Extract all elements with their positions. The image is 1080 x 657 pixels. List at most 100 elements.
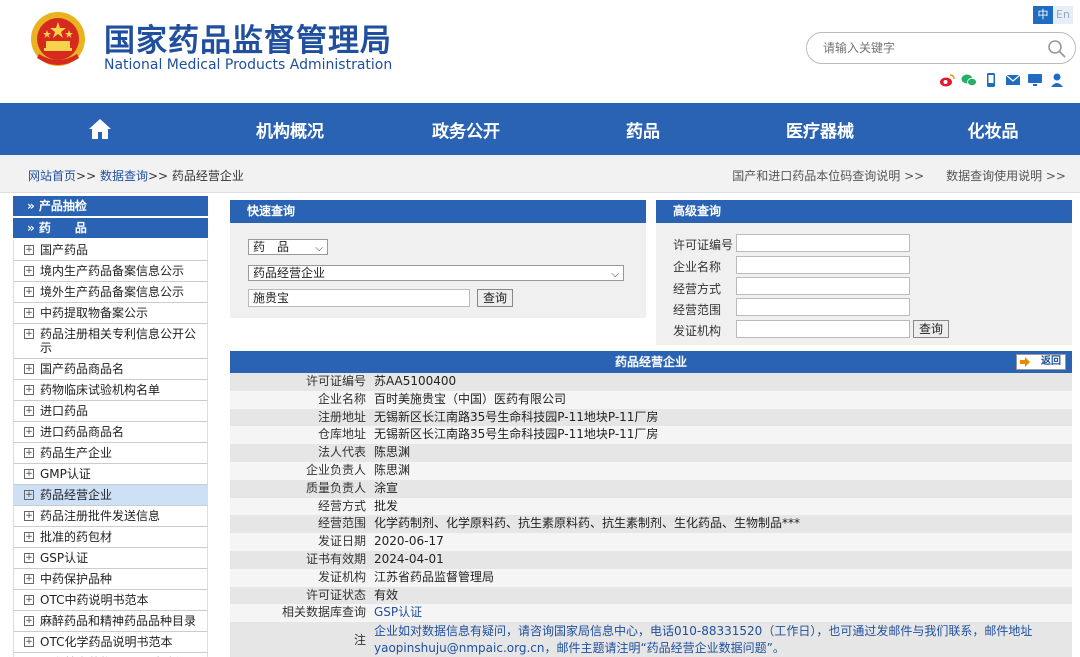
nav-item-gov[interactable]: 政务公开 <box>380 103 552 155</box>
sidebar: » 产品抽检 » 药 品 + 国产药品 + 境内生产药品备案信息公示 + 境外生产药品备案… <box>13 196 208 657</box>
table-row: 仓库地址 无锡新区长江南路35号生命科技园P-11地块P-11厂房 <box>230 426 1072 445</box>
quick-query-panel: 快速查询 药 品 ⌵ 药品经营企业 ⌵ 施贵宝 查询 <box>230 200 646 318</box>
sidebar-item[interactable]: + 中药保护品种 <box>13 569 208 590</box>
mobile-icon[interactable] <box>983 72 999 88</box>
sidebar-item-label: 批准的药包材 <box>40 530 113 544</box>
row-value: 陈思渊 <box>374 445 411 460</box>
lang-zh-button[interactable]: 中 <box>1033 6 1053 24</box>
expand-icon: + <box>24 553 34 563</box>
nav-item-drugs[interactable]: 药品 <box>552 103 734 155</box>
sidebar-item[interactable]: + 药品生产企业 <box>13 443 208 464</box>
sidebar-item-label: 进口药品商品名 <box>40 425 125 439</box>
sidebar-item[interactable]: + 进口药品商品名 <box>13 422 208 443</box>
adv-issuer-input[interactable] <box>736 320 910 338</box>
sidebar-item-label: 境内生产药品备案信息公示 <box>40 264 185 278</box>
nav-item-org[interactable]: 机构概况 <box>200 103 380 155</box>
sidebar-item[interactable]: + GMP认证 <box>13 464 208 485</box>
expand-icon: + <box>24 511 34 521</box>
table-row: 企业负责人 陈思渊 <box>230 461 1072 480</box>
expand-icon: + <box>24 448 34 458</box>
expand-icon: + <box>24 616 34 626</box>
expand-icon: + <box>24 245 34 255</box>
note-line-2: yaopinshuju@nmpaic.org.cn，邮件主题请注明“药品经营企业… <box>374 641 785 656</box>
breadcrumb-query[interactable]: 数据查询 <box>100 169 148 183</box>
expand-icon: + <box>24 287 34 297</box>
sidebar-item[interactable]: + GSP认证 <box>13 548 208 569</box>
drug-code-help-link[interactable]: 国产和进口药品本位码查询说明 >> <box>732 169 924 183</box>
adv-mode-input[interactable] <box>736 277 910 295</box>
expand-icon: + <box>24 427 34 437</box>
sidebar-head-drugs[interactable]: » 药 品 <box>13 218 208 238</box>
adv-scope-input[interactable] <box>736 298 910 316</box>
row-label: 发证机构 <box>317 569 366 584</box>
nav-item-cosmetics[interactable]: 化妆品 <box>906 103 1080 155</box>
sidebar-item[interactable]: + OTC中药说明书范本 <box>13 590 208 611</box>
category-select-value: 药 品 <box>253 240 290 254</box>
sidebar-item[interactable]: + 药品注册相关专利信息公开公示 <box>13 324 208 359</box>
lang-en-button[interactable]: En <box>1053 6 1073 24</box>
sidebar-item-label: 国产药品商品名 <box>40 362 125 376</box>
row-label: 经营范围 <box>317 516 366 531</box>
row-value: 有效 <box>374 587 399 602</box>
quick-query-button[interactable]: 查询 <box>477 289 513 307</box>
adv-label-company: 企业名称 <box>673 260 722 274</box>
row-label: 仓库地址 <box>317 427 366 442</box>
arrow-right-icon <box>1020 357 1030 367</box>
row-label: 质量负责人 <box>305 480 366 495</box>
category-select[interactable]: 药 品 ⌵ <box>248 239 328 255</box>
back-label: 返回 <box>1041 356 1061 367</box>
sidebar-item[interactable]: + 中药提取物备案公示 <box>13 303 208 324</box>
sidebar-item-label: 药品经营企业 <box>40 488 113 502</box>
breadcrumb-home[interactable]: 网站首页 <box>28 169 76 183</box>
back-button[interactable]: 返回 <box>1016 354 1066 370</box>
sidebar-item[interactable]: + 麻醉药品和精神药品品种目录 <box>13 611 208 632</box>
result-rows: 许可证编号 苏AA5100400 企业名称 百时美施贵宝（中国）医药有限公司 注册地址无… <box>230 373 1072 623</box>
note-line-1: 企业如对数据信息有疑问，请咨询国家局信息中心，电话010-88331520（工作… <box>374 624 1033 639</box>
sidebar-item-label: 中药提取物备案公示 <box>40 306 149 320</box>
breadcrumb: 网站首页>> 数据查询>> 药品经营企业 国产和进口药品本位码查询说明 >> 数… <box>0 155 1080 193</box>
sidebar-item[interactable]: + 境外生产药品备案信息公示 <box>13 282 208 303</box>
adv-license-input[interactable] <box>736 234 910 252</box>
adv-company-input[interactable] <box>736 256 910 274</box>
search-icon[interactable] <box>1047 39 1067 59</box>
sidebar-head-sampling[interactable]: » 产品抽检 <box>13 196 208 216</box>
sidebar-item-label: 进口药品 <box>40 404 89 418</box>
table-row: 发证日期 2020-06-17 <box>230 533 1072 551</box>
advanced-query-panel: 高级查询 许可证编号 企业名称 经营方式 经营范围 发证机构 查询 <box>656 200 1072 345</box>
advanced-query-button[interactable]: 查询 <box>913 320 949 338</box>
sidebar-item[interactable]: + OTC化学药品说明书范本 <box>13 632 208 653</box>
sidebar-item-label: 中药保护品种 <box>40 572 113 586</box>
table-row: 注册地址 无锡新区长江南路35号生命科技园P-11地块P-11厂房 <box>230 408 1072 427</box>
search-input[interactable] <box>823 39 1043 57</box>
row-label: 发证日期 <box>317 534 366 549</box>
sidebar-list: + 国产药品 + 境内生产药品备案信息公示 + 境外生产药品备案信息公示 + 中药提取物备案公… <box>13 240 208 657</box>
sidebar-item[interactable]: + 批准的药包材 <box>13 527 208 548</box>
row-value[interactable]: GSP认证 <box>374 604 1072 622</box>
mail-icon[interactable] <box>1005 72 1021 88</box>
sidebar-item-label: 麻醉药品和精神药品品种目录 <box>40 614 197 628</box>
sidebar-item[interactable]: +国家基本药物（2018年版） <box>13 653 208 657</box>
sidebar-item[interactable]: + 国产药品商品名 <box>13 359 208 380</box>
table-row: 证书有效期 2024-04-01 <box>230 550 1072 569</box>
row-label: 证书有效期 <box>305 551 366 566</box>
sidebar-item[interactable]: + 国产药品 <box>13 240 208 261</box>
expand-icon: + <box>24 490 34 500</box>
keyword-input[interactable]: 施贵宝 <box>248 289 470 307</box>
result-table: 许可证编号 苏AA5100400 企业名称 百时美施贵宝（中国）医药有限公司 注册地址无… <box>230 373 1072 657</box>
sidebar-item[interactable]: + 境内生产药品备案信息公示 <box>13 261 208 282</box>
sidebar-item[interactable]: + 药品注册批件发送信息 <box>13 506 208 527</box>
database-select[interactable]: 药品经营企业 ⌵ <box>248 265 624 281</box>
sidebar-item[interactable]: + 药品经营企业 <box>13 485 208 506</box>
query-help-link[interactable]: 数据查询使用说明 >> <box>946 169 1066 183</box>
sidebar-item[interactable]: + 药物临床试验机构名单 <box>13 380 208 401</box>
nav-home[interactable] <box>0 103 200 155</box>
wechat-icon[interactable] <box>961 72 977 88</box>
sidebar-item[interactable]: + 进口药品 <box>13 401 208 422</box>
weibo-icon[interactable] <box>939 72 955 88</box>
nav-item-devices[interactable]: 医疗器械 <box>734 103 906 155</box>
row-value: 2024-04-01 <box>374 551 444 566</box>
table-row: 企业名称 百时美施贵宝（中国）医药有限公司 <box>230 390 1072 409</box>
screen-icon[interactable] <box>1027 72 1043 88</box>
row-value: 批发 <box>374 498 399 513</box>
user-icon[interactable] <box>1049 72 1065 88</box>
